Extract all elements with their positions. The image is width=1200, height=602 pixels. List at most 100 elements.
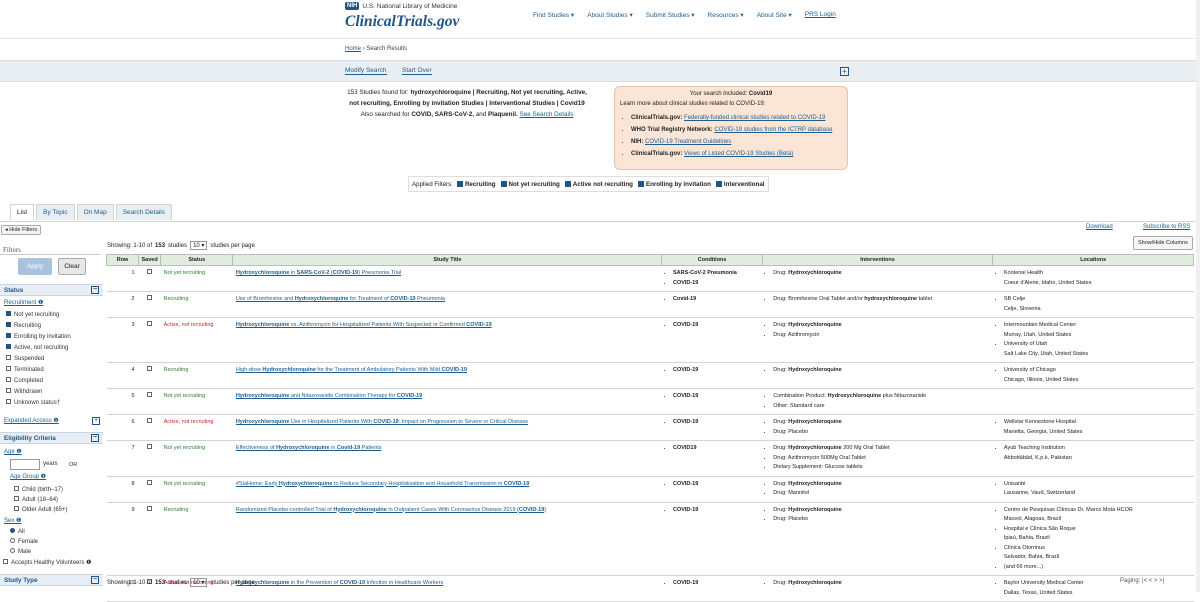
site-logo[interactable]: ClinicalTrials.gov [345,13,459,31]
apply-button[interactable]: Apply [18,258,52,275]
tab-list[interactable]: List [10,204,35,220]
recruitment-checkbox[interactable]: Terminated [6,366,44,373]
tab-on-map[interactable]: On Map [76,204,114,220]
save-checkbox[interactable] [138,388,161,415]
recruitment-checkbox[interactable]: Completed [6,377,43,384]
age-group-label[interactable]: Age Group ❶ [10,473,46,480]
study-title-link[interactable]: #StaHome: Early Hydroxychloroquine to Re… [236,481,529,487]
see-search-details-link[interactable]: See Search Details [520,111,574,118]
download-link[interactable]: Download [1086,224,1113,230]
status-section-header[interactable]: Status − [0,284,103,296]
sex-label[interactable]: Sex ❶ [4,517,21,524]
healthy-volunteers-checkbox[interactable]: Accepts Healthy Volunteers ❶ [3,559,91,566]
row-number: 4 [106,362,139,389]
covid-link[interactable]: Federally-funded clinical studies relate… [684,115,825,121]
sex-radio[interactable]: All [10,528,25,535]
recruitment-checkbox[interactable]: Not yet recruiting [6,311,59,318]
per-page-select[interactable]: 10 ▾ [190,241,208,250]
column-header[interactable]: Row [105,254,140,266]
study-type-section-header[interactable]: Study Type − [0,574,103,586]
save-checkbox[interactable] [138,291,161,318]
expand-icon[interactable]: + [92,417,100,425]
save-checkbox[interactable] [138,265,161,292]
study-title-link[interactable]: Effectiveness of Hydroxychloroquine in C… [236,445,382,451]
rss-link[interactable]: Subscribe to RSS [1143,224,1190,230]
study-title-link[interactable]: Hydroxychloroquine vs. Azithromycin for … [236,322,492,328]
eligibility-section-header[interactable]: Eligibility Criteria − [0,432,103,444]
recruitment-checkbox[interactable]: Withdrawn [6,388,42,395]
study-title-link[interactable]: High-dose Hydroxychloroquine for the Tre… [236,367,467,373]
study-title-link[interactable]: Hydroxychloroquine Use in Hospitalized P… [236,419,528,425]
clear-button[interactable]: Clear [58,258,86,275]
study-title-link[interactable]: Randomized Placebo-controlled Trial of H… [236,507,546,513]
nav-about-site[interactable]: About Site ▾ [757,11,792,19]
nav-find-studies[interactable]: Find Studies ▾ [533,11,574,19]
row-number: 8 [106,476,139,503]
collapse-icon[interactable]: − [91,434,99,442]
modify-search-link[interactable]: Modify Search [345,67,387,75]
or-label: OR [69,462,78,468]
sex-radio[interactable]: Male [10,548,31,555]
start-over-link[interactable]: Start Over [402,67,432,75]
show-hide-columns-button[interactable]: Show/Hide Columns [1133,236,1193,250]
hide-filters-button[interactable]: ◂ Hide Filters [1,225,42,235]
checkbox-icon [564,180,571,187]
covid-link[interactable]: Views of Listed COVID-19 Studies (Beta) [684,151,793,157]
scrollbar[interactable] [1196,0,1200,592]
study-title-link[interactable]: Hydroxychloroquine in the Prevention of … [236,580,443,586]
save-checkbox[interactable] [138,317,161,363]
save-checkbox[interactable] [138,502,161,576]
study-title-link[interactable]: Hydroxychloroquine and Nitazoxanide Comb… [236,393,422,399]
row-number: 1 [106,265,139,292]
expanded-access-link[interactable]: Expanded Access ❶ [4,417,59,424]
applied-filter-chip[interactable]: Recruiting [456,180,496,188]
breadcrumb-home[interactable]: Home [345,46,361,52]
covid-link[interactable]: COVID-19 studies from the ICTRP database [714,127,832,133]
age-label[interactable]: Age ❶ [4,448,22,455]
recruitment-checkbox[interactable]: Suspended [6,355,44,362]
collapse-icon[interactable]: − [91,286,99,294]
applied-filter-chip[interactable]: Enrolling by invitation [637,180,711,188]
covid-link[interactable]: COVID-19 Treatment Guidelines [645,139,731,145]
location-item: Intermountain Medical CenterMurray, Utah… [1004,321,1191,340]
study-title-link[interactable]: Use of Bromhexine and Hydroxychloroquine… [236,296,445,302]
recruitment-checkbox[interactable]: Enrolling by invitation [6,333,71,340]
paging-controls[interactable]: Paging: |< < > >| [1120,578,1164,584]
expand-icon[interactable]: + [840,67,849,76]
collapse-icon[interactable]: − [91,576,99,584]
study-title-link[interactable]: Hydroxychloroquine in SARS-CoV-2 (COVID-… [236,270,401,276]
applied-filter-chip[interactable]: Not yet recruiting [500,180,560,188]
checkbox-label: Child (birth–17) [22,487,64,493]
nav-submit-studies[interactable]: Submit Studies ▾ [646,11,695,19]
recruitment-label[interactable]: Recruitment ❶ [4,299,43,306]
age-group-checkbox[interactable]: Older Adult (65+) [14,506,68,513]
column-header[interactable]: Interventions [761,254,994,266]
age-group-checkbox[interactable]: Adult (18–64) [14,496,58,503]
column-header[interactable]: Saved [138,254,162,266]
nav-prs-login[interactable]: PRS Login [805,11,836,19]
save-checkbox[interactable] [138,362,161,389]
per-page-select[interactable]: 10 ▾ [190,578,208,587]
column-header[interactable]: Locations [992,254,1194,266]
recruitment-checkbox[interactable]: Unknown status† [6,399,60,406]
nav-about-studies[interactable]: About Studies ▾ [587,11,633,19]
tab-search-details[interactable]: Search Details [115,204,172,220]
tab-by-topic[interactable]: By Topic [36,204,75,220]
save-checkbox[interactable] [138,414,161,441]
location-item: (and 66 more...) [1004,563,1191,573]
recruitment-checkbox[interactable]: Active, not recruiting [6,344,68,351]
nih-banner[interactable]: NIH U.S. National Library of Medicine [345,2,457,10]
age-input[interactable] [10,459,40,470]
save-checkbox[interactable] [138,440,161,477]
column-header[interactable]: Status [160,254,234,266]
site-header: NIH U.S. National Library of Medicine Cl… [0,0,1200,38]
save-checkbox[interactable] [138,476,161,503]
nav-resources[interactable]: Resources ▾ [708,11,744,19]
applied-filter-chip[interactable]: Active not recruiting [564,180,633,188]
age-group-checkbox[interactable]: Child (birth–17) [14,486,63,493]
column-header[interactable]: Conditions [661,254,763,266]
sex-radio[interactable]: Female [10,538,38,545]
applied-filter-chip[interactable]: Interventional [715,180,765,188]
column-header[interactable]: Study Title [232,254,663,266]
recruitment-checkbox[interactable]: Recruiting [6,322,41,329]
